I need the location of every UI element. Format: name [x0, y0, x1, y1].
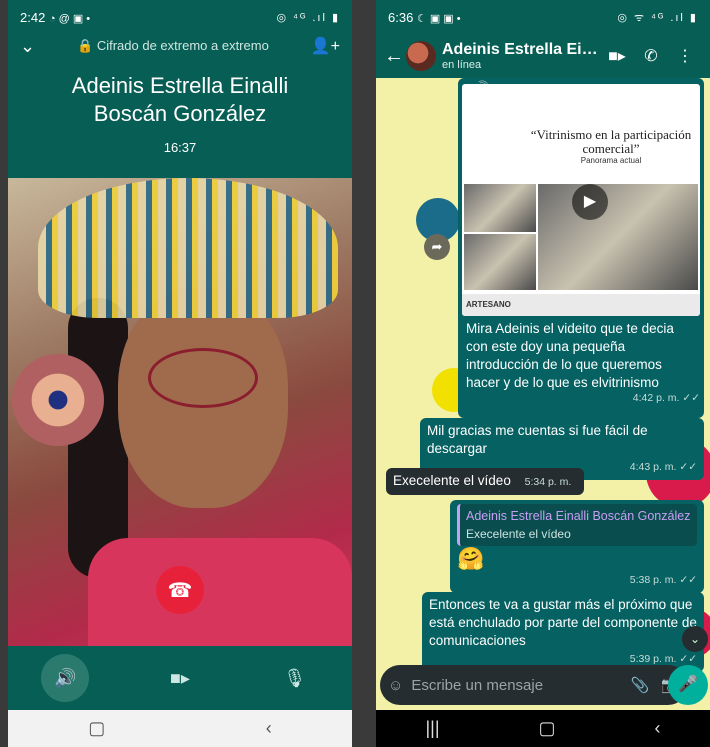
poster-image — [464, 184, 536, 232]
video-shirt — [88, 538, 352, 646]
attach-icon[interactable]: 📎 — [631, 676, 650, 694]
mute-mic-icon: 🎙 — [283, 667, 307, 688]
status-time: 2:42 ◔ @ ▣ • — [20, 9, 91, 25]
caller-name-line2: Boscán González — [93, 101, 267, 126]
back-arrow-icon[interactable]: ← — [384, 45, 406, 68]
caller-name-line1: Adeinis Estrella Einalli — [71, 73, 289, 98]
video-background-hat — [12, 354, 104, 446]
chat-title-block[interactable]: Adeinis Estrella Einalli... en línea — [442, 41, 600, 71]
encryption-label: 🔒 Cifrado de extremo a extremo — [77, 38, 269, 53]
status-icons: ◎ ⁴ᴳ .ıl ▮ — [276, 11, 340, 24]
message-bubble[interactable]: Entonces te va a gustar más el próximo q… — [422, 592, 704, 672]
chevron-down-icon[interactable]: ⌄ — [20, 36, 35, 57]
nav-recents-icon[interactable]: ||| — [425, 718, 439, 739]
emoji-icon[interactable]: ☺ — [388, 677, 403, 694]
video-feed: ☎ — [8, 178, 352, 646]
speaker-icon: 🔊 — [54, 667, 77, 688]
call-top-bar: ⌄ 🔒 Cifrado de extremo a extremo 👤+ — [8, 34, 352, 58]
caller-name: Adeinis Estrella Einalli Boscán González — [8, 72, 352, 128]
call-screen: 2:42 ◔ @ ▣ • ◎ ⁴ᴳ .ıl ▮ ⌄ 🔒 Cifrado de e… — [8, 0, 352, 747]
status-icons: ◎ ᯤ ⁴ᴳ .ıl ▮ — [617, 11, 698, 24]
message-bubble[interactable]: Execelente el vídeo 5:34 p. m. — [386, 468, 584, 495]
chat-header: ← Adeinis Estrella Einalli... en línea ■… — [376, 34, 710, 78]
video-thumbnail[interactable]: “Vitrinismo en la participación comercia… — [462, 84, 700, 316]
call-controls: 🔊 ■▸ 🎙 — [8, 646, 352, 710]
mic-button[interactable]: 🎤 — [668, 665, 708, 705]
chat-screen: 6:36 ☾ ▣ ▣ • ◎ ᯤ ⁴ᴳ .ıl ▮ ← Adeinis Estr… — [376, 0, 710, 747]
scroll-down-button[interactable]: ⌄ — [682, 626, 708, 652]
system-nav-bar: ||| ▢ ‹ — [376, 710, 710, 747]
forward-icon[interactable]: ➦ — [424, 234, 450, 260]
video-message[interactable]: 🔊 “Vitrinismo en la participación comerc… — [458, 78, 704, 418]
more-menu-icon[interactable]: ⋮ — [668, 46, 702, 66]
hangup-button[interactable]: ☎ — [156, 566, 204, 614]
add-participant-icon[interactable]: 👤+ — [311, 36, 340, 56]
call-timer: 16:37 — [163, 140, 197, 155]
voice-call-icon[interactable]: ✆ — [634, 46, 668, 66]
chat-subtitle: en línea — [442, 59, 482, 71]
status-bar: 2:42 ◔ @ ▣ • ◎ ⁴ᴳ .ıl ▮ — [8, 0, 352, 34]
status-time: 6:36 ☾ ▣ ▣ • — [388, 9, 461, 25]
message-text: Entonces te va a gustar más el próximo q… — [429, 597, 697, 648]
speaker-button[interactable]: 🔊 — [41, 654, 90, 702]
nav-back-icon[interactable]: ‹ — [266, 718, 272, 739]
message-bubble[interactable]: Adeinis Estrella Einalli Boscán González… — [450, 500, 704, 593]
hangup-icon: ☎ — [167, 579, 193, 602]
message-text: Execelente el vídeo — [393, 473, 511, 488]
poster-image — [464, 234, 536, 290]
message-time: 4:42 p. m. ✓✓ — [632, 392, 700, 404]
video-face-paint — [148, 348, 258, 408]
mic-icon: 🎤 — [678, 676, 698, 693]
mute-button[interactable]: 🎙 — [271, 654, 319, 702]
poster-subtitle: Panorama actual — [580, 156, 642, 165]
quoted-message[interactable]: Adeinis Estrella Einalli Boscán González… — [457, 504, 697, 546]
status-bar: 6:36 ☾ ▣ ▣ • ◎ ᯤ ⁴ᴳ .ıl ▮ — [376, 0, 710, 34]
message-time: 5:38 p. m. ✓✓ — [629, 574, 697, 586]
system-nav-bar: ▢ ‹ — [8, 710, 352, 747]
chat-body: 🔊 “Vitrinismo en la participación comerc… — [376, 78, 710, 672]
quote-text: Execelente el vídeo — [466, 527, 571, 541]
message-text: Mil gracias me cuentas si fue fácil de d… — [427, 423, 648, 456]
video-call-icon[interactable]: ■▸ — [600, 46, 634, 66]
poster-image — [538, 184, 698, 290]
video-button[interactable]: ■▸ — [156, 654, 204, 702]
nav-home-icon[interactable]: ▢ — [539, 718, 556, 739]
nav-home-icon[interactable]: ▢ — [88, 718, 105, 739]
play-icon[interactable]: ▶ — [572, 184, 608, 220]
quote-author: Adeinis Estrella Einalli Boscán González — [466, 509, 691, 523]
chat-title: Adeinis Estrella Einalli... — [442, 41, 600, 58]
message-input[interactable]: Escribe un mensaje — [403, 677, 630, 694]
video-hat — [38, 178, 338, 318]
avatar[interactable] — [406, 41, 436, 71]
poster-title: “Vitrinismo en la participación comercia… — [530, 127, 692, 156]
nav-back-icon[interactable]: ‹ — [655, 718, 661, 739]
video-caption: Mira Adeinis el videito que te decia con… — [466, 321, 674, 390]
message-composer[interactable]: ☺ Escribe un mensaje 📎 📷 — [380, 665, 688, 705]
video-camera-icon: ■▸ — [170, 667, 190, 688]
poster-footer: ARTESANO — [462, 294, 700, 316]
message-time: 5:34 p. m. — [524, 476, 572, 488]
hug-emoji: 🤗 — [457, 546, 485, 571]
